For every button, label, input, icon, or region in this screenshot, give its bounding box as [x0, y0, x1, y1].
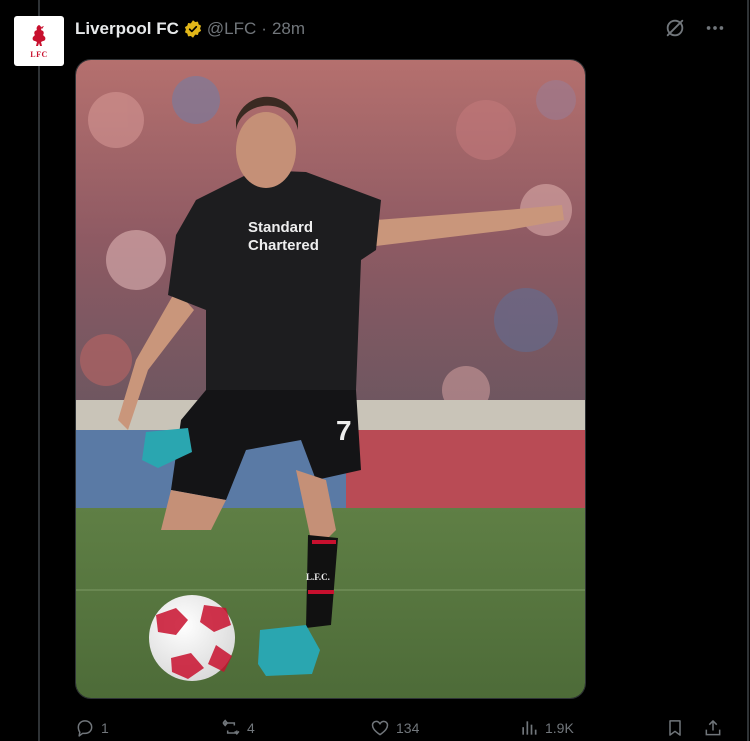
repost-button[interactable]: 4: [221, 716, 255, 740]
football-player-image: Standard Chartered 7 L.F.C.: [76, 60, 585, 698]
author-handle[interactable]: @LFC: [207, 19, 256, 39]
repost-count: 4: [247, 720, 255, 736]
liverbird-icon: [32, 25, 46, 46]
like-button[interactable]: 134: [370, 716, 419, 740]
more-options-icon[interactable]: [704, 17, 726, 39]
repost-icon: [221, 718, 241, 738]
reply-icon: [75, 718, 95, 738]
like-count: 134: [396, 720, 420, 736]
heart-icon: [370, 718, 390, 738]
header-actions: [664, 17, 726, 39]
avatar-text: LFC: [30, 50, 48, 59]
grok-icon[interactable]: [664, 17, 686, 39]
tweet-timestamp[interactable]: 28m: [272, 19, 305, 39]
share-button[interactable]: [703, 716, 729, 740]
tweet-action-bar: 1 4 134 1.9K: [75, 716, 735, 740]
views-button[interactable]: 1.9K: [519, 716, 574, 740]
verified-badge-icon[interactable]: [183, 19, 203, 39]
reply-count: 1: [101, 720, 109, 736]
shirt-number: 7: [336, 415, 352, 446]
author-avatar[interactable]: LFC: [14, 16, 64, 66]
bookmark-icon: [665, 718, 685, 738]
tweet-header: Liverpool FC @LFC · 28m: [75, 17, 305, 41]
shirt-sponsor-line2: Chartered: [248, 237, 319, 254]
separator-dot: ·: [261, 19, 267, 38]
column-divider: [747, 0, 749, 741]
thread-line: [38, 0, 40, 741]
share-icon: [703, 718, 723, 738]
views-count: 1.9K: [545, 720, 574, 736]
bookmark-button[interactable]: [665, 716, 691, 740]
tweet-media-photo[interactable]: Standard Chartered 7 L.F.C.: [75, 59, 586, 699]
sock-text: L.F.C.: [306, 572, 330, 582]
views-chart-icon: [519, 718, 539, 738]
reply-button[interactable]: 1: [75, 716, 109, 740]
shirt-sponsor-line1: Standard: [248, 219, 313, 236]
author-name[interactable]: Liverpool FC: [75, 19, 179, 39]
